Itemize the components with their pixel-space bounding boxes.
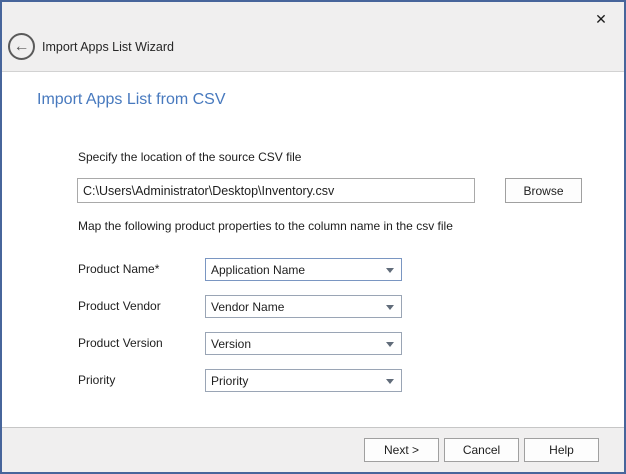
product-vendor-value: Vendor Name (211, 300, 284, 314)
back-button[interactable]: ← (8, 33, 35, 60)
map-instruction-label: Map the following product properties to … (78, 219, 453, 233)
help-button[interactable]: Help (524, 438, 599, 462)
cancel-button-label: Cancel (463, 443, 500, 457)
footer-bar: Next > Cancel Help (2, 427, 624, 472)
csv-path-input[interactable] (77, 178, 475, 203)
product-name-label: Product Name* (78, 262, 159, 276)
chevron-down-icon (386, 268, 394, 273)
chevron-down-icon (386, 305, 394, 310)
browse-button-label: Browse (523, 184, 563, 198)
cancel-button[interactable]: Cancel (444, 438, 519, 462)
chevron-down-icon (386, 342, 394, 347)
close-icon: ✕ (595, 12, 607, 26)
priority-label: Priority (78, 373, 115, 387)
priority-value: Priority (211, 374, 248, 388)
product-vendor-label: Product Vendor (78, 299, 161, 313)
product-name-value: Application Name (211, 263, 305, 277)
help-button-label: Help (549, 443, 574, 457)
import-wizard-dialog: ✕ ← Import Apps List Wizard Import Apps … (0, 0, 626, 474)
back-arrow-icon: ← (14, 39, 30, 55)
next-button[interactable]: Next > (364, 438, 439, 462)
product-version-combobox[interactable]: Version (205, 332, 402, 355)
product-version-value: Version (211, 337, 251, 351)
page-title: Import Apps List from CSV (37, 91, 226, 109)
source-file-label: Specify the location of the source CSV f… (78, 150, 301, 164)
wizard-title: Import Apps List Wizard (42, 33, 174, 60)
browse-button[interactable]: Browse (505, 178, 582, 203)
chevron-down-icon (386, 379, 394, 384)
close-button[interactable]: ✕ (590, 8, 612, 30)
product-name-combobox[interactable]: Application Name (205, 258, 402, 281)
priority-combobox[interactable]: Priority (205, 369, 402, 392)
product-vendor-combobox[interactable]: Vendor Name (205, 295, 402, 318)
product-version-label: Product Version (78, 336, 163, 350)
wizard-header: ✕ ← Import Apps List Wizard (2, 2, 624, 72)
next-button-label: Next > (384, 443, 419, 457)
